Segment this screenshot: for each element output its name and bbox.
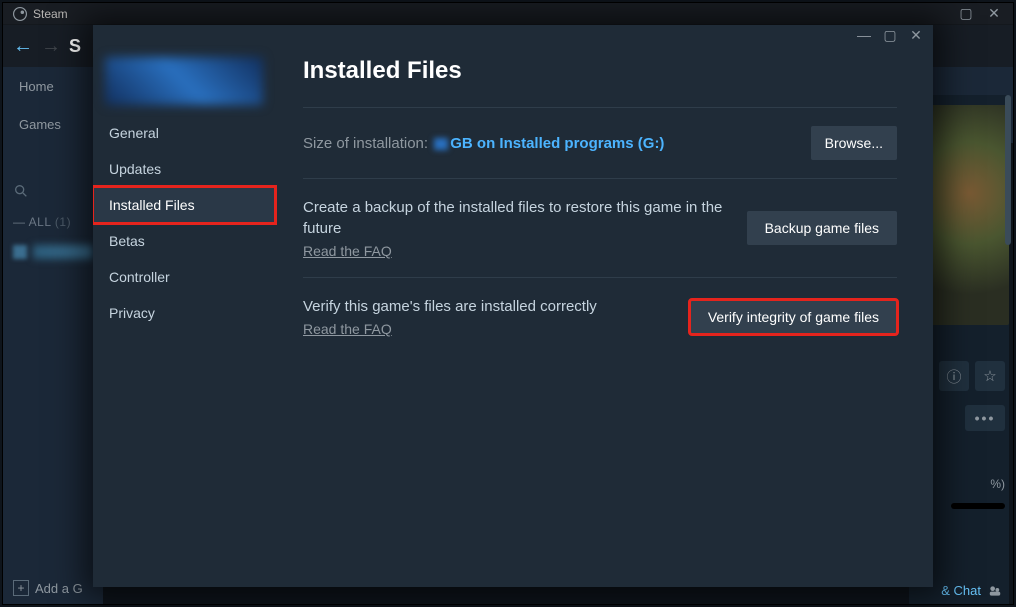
verify-label: Verify this game's files are installed c…	[303, 296, 670, 317]
dialog-sidebar: General Updates Installed Files Betas Co…	[93, 43, 275, 587]
dialog-minimize-icon[interactable]: —	[853, 26, 875, 44]
dlg-tab-updates[interactable]: Updates	[93, 151, 275, 187]
plus-icon: +	[13, 580, 29, 596]
backup-button[interactable]: Backup game files	[747, 211, 897, 245]
subtab-home[interactable]: Home	[3, 67, 70, 105]
favorite-button[interactable]: ☆	[975, 361, 1005, 391]
library-sidebar: — ALL (1)	[3, 137, 103, 604]
outer-window-controls: ▢ ✕	[955, 5, 1013, 23]
size-redacted	[434, 138, 448, 150]
dialog-title: Installed Files	[303, 57, 897, 85]
dlg-tab-general[interactable]: General	[93, 115, 275, 151]
app-window: Steam ▢ ✕ ← → S Home Games — ALL (1)	[2, 2, 1014, 605]
row-verify: Verify this game's files are installed c…	[303, 277, 897, 355]
game-name-redacted	[33, 245, 93, 259]
close-icon[interactable]: ✕	[983, 5, 1005, 23]
dlg-tab-betas[interactable]: Betas	[93, 223, 275, 259]
backup-faq-link[interactable]: Read the FAQ	[303, 243, 392, 259]
dlg-tab-installed-files[interactable]: Installed Files	[93, 187, 275, 223]
dialog-titlebar: — ▢ ✕	[93, 25, 933, 43]
steam-client-body: ← → S Home Games — ALL (1) + Add a G	[3, 25, 1013, 604]
verify-integrity-button[interactable]: Verify integrity of game files	[690, 300, 897, 334]
game-properties-dialog: — ▢ ✕ General Updates Installed Files Be…	[93, 25, 933, 587]
library-game-item[interactable]	[3, 239, 103, 265]
achievement-percent: %)	[951, 477, 1005, 491]
outer-tabbar: Steam ▢ ✕	[3, 3, 1013, 25]
library-search[interactable]	[3, 177, 103, 205]
library-all-count: (1)	[55, 215, 71, 229]
row-size: Size of installation: GB on Installed pr…	[303, 107, 897, 178]
dlg-tab-privacy[interactable]: Privacy	[93, 295, 275, 331]
verify-faq-link[interactable]: Read the FAQ	[303, 321, 392, 337]
backup-label: Create a backup of the installed files t…	[303, 197, 727, 239]
maximize-icon[interactable]: ▢	[955, 5, 977, 23]
outer-tab-label: Steam	[33, 7, 68, 21]
dialog-game-header-redacted	[105, 57, 263, 105]
scrollbar-thumb[interactable]	[1005, 95, 1011, 245]
friends-icon	[987, 584, 1003, 598]
dlg-tab-controller[interactable]: Controller	[93, 259, 275, 295]
nav-forward-icon[interactable]: →	[41, 35, 61, 58]
search-icon	[13, 183, 29, 199]
achievement-bar	[951, 503, 1005, 509]
library-all-label: — ALL	[13, 215, 51, 229]
game-icon	[13, 245, 27, 259]
outer-tab-steam[interactable]: Steam	[3, 3, 78, 25]
row-backup: Create a backup of the installed files t…	[303, 178, 897, 277]
dialog-body: General Updates Installed Files Betas Co…	[93, 43, 933, 587]
size-label: Size of installation:	[303, 135, 428, 152]
dialog-window-controls: — ▢ ✕	[853, 26, 927, 43]
friends-chat-button[interactable]: & Chat	[941, 583, 1003, 598]
info-button[interactable]: ⓘ	[939, 361, 969, 391]
library-all-header[interactable]: — ALL (1)	[3, 205, 103, 239]
add-game-label: Add a G	[35, 581, 83, 596]
friends-chat-label: & Chat	[941, 583, 981, 598]
size-value-link[interactable]: GB on Installed programs (G:)	[450, 135, 664, 152]
dialog-main-panel: Installed Files Size of installation: GB…	[275, 43, 933, 587]
steam-logo-icon	[13, 7, 27, 21]
browse-button[interactable]: Browse...	[811, 126, 897, 160]
nav-back-icon[interactable]: ←	[13, 35, 33, 58]
dialog-maximize-icon[interactable]: ▢	[879, 26, 901, 44]
nav-section-label: S	[69, 36, 81, 57]
more-menu-button[interactable]: •••	[965, 405, 1005, 431]
dialog-close-icon[interactable]: ✕	[905, 26, 927, 44]
add-game-button[interactable]: + Add a G	[13, 580, 83, 596]
